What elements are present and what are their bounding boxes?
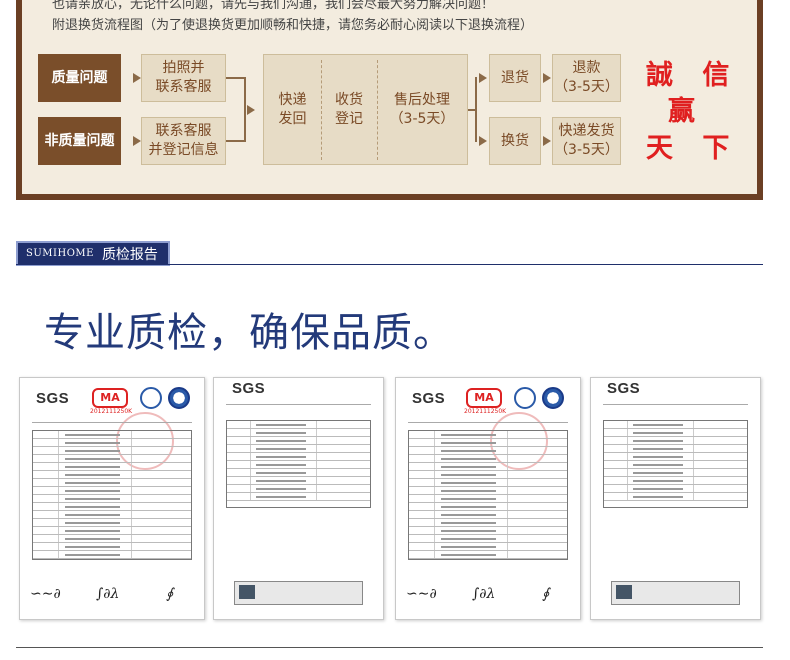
bottom-divider [16, 647, 763, 648]
arrow-right-icon [543, 73, 551, 83]
quality-issue-box: 质量问题 [38, 54, 121, 102]
signature-image: ∮ [166, 586, 174, 602]
ma-logo: MA [92, 388, 128, 408]
report-table [408, 430, 568, 560]
sgs-logo: SGS [232, 380, 266, 397]
ma-number: 2012111250K [464, 408, 507, 415]
sgs-logo: SGS [36, 390, 70, 407]
certificate-image[interactable]: SGS [213, 377, 384, 620]
signature-image: ∽∼∂ [30, 586, 61, 602]
ma-logo: MA [466, 388, 502, 408]
arrow-right-icon [543, 136, 551, 146]
page-headline: 专业质检，确保品质。 [44, 310, 454, 356]
non-quality-issue-box: 非质量问题 [38, 117, 121, 165]
ma-number: 2012111250K [90, 408, 133, 415]
arrow-right-icon [133, 73, 141, 83]
accreditation-logo-icon [514, 387, 536, 409]
section-tag: SUMIHOME 质检报告 [16, 241, 170, 266]
photo-contact-service-box: 拍照并 联系客服 [141, 54, 226, 102]
brand-name: SUMIHOME [26, 248, 94, 259]
refund-box: 退款 （3-5天） [552, 54, 621, 102]
signature-image: ∮ [542, 586, 550, 602]
arrow-right-icon [247, 105, 255, 115]
connector-line [475, 77, 477, 142]
certificate-image[interactable]: SGS MA 2012111250K ∽∼∂ ∫∂λ ∮ [395, 377, 581, 620]
signature-image: ∫∂λ [472, 586, 496, 602]
slogan-line-2: 赢 [668, 96, 705, 127]
notice-line-2: 附退换货流程图（为了使退换货更加顺畅和快捷，请您务必耐心阅读以下退换流程） [52, 18, 534, 33]
notice-line-1: 也请亲放心，无论什么问题，请先与我们沟通，我们会尽最大努力解决问题！ [52, 0, 495, 12]
signature-image: ∽∼∂ [406, 586, 437, 602]
connector-line [226, 140, 246, 142]
slogan-line-3: 天 下 [646, 133, 740, 164]
after-sales-step: 售后处理 （3-5天） [389, 92, 455, 127]
signature-image: ∫∂λ [96, 586, 120, 602]
receive-register-step: 收货 登记 [335, 92, 363, 127]
contact-register-box: 联系客服 并登记信息 [141, 117, 226, 165]
report-footer-stamp [611, 581, 740, 605]
report-table [226, 420, 371, 508]
ilac-logo-icon [542, 387, 564, 409]
express-ship-box: 快递发货 （3-5天） [552, 117, 621, 165]
section-divider [16, 264, 763, 265]
sgs-logo: SGS [607, 380, 641, 397]
arrow-right-icon [479, 136, 487, 146]
arrow-right-icon [133, 136, 141, 146]
report-table [32, 430, 192, 560]
section-title: 质检报告 [101, 246, 158, 263]
slogan-line-1: 誠 信 [646, 60, 740, 91]
arrow-right-icon [479, 73, 487, 83]
return-goods-box: 退货 [489, 54, 541, 102]
accreditation-logo-icon [140, 387, 162, 409]
ship-back-step: 快递 发回 [278, 92, 307, 127]
certificate-image[interactable]: SGS [590, 377, 761, 620]
connector-line [244, 77, 246, 142]
certificate-image[interactable]: SGS MA 2012111250K ∽∼∂ ∫∂λ ∮ [19, 377, 205, 620]
report-table [603, 420, 748, 508]
sgs-logo: SGS [412, 390, 446, 407]
exchange-goods-box: 换货 [489, 117, 541, 165]
ilac-logo-icon [168, 387, 190, 409]
connector-line [226, 77, 246, 79]
report-footer-stamp [234, 581, 363, 605]
